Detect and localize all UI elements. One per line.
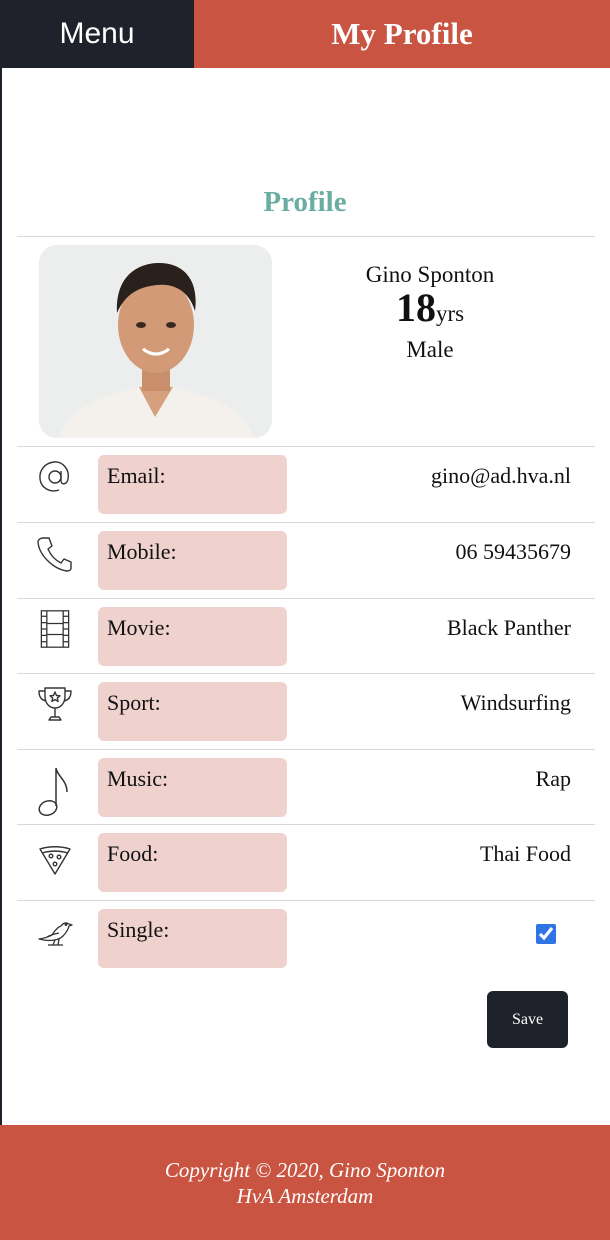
field-value[interactable]: Black Panther <box>447 615 571 641</box>
field-label: Movie: <box>98 607 287 666</box>
field-row-email: Email: gino@ad.hva.nl <box>17 447 595 523</box>
section-title: Profile <box>263 186 347 218</box>
footer-organization: HvA Amsterdam <box>236 1183 374 1208</box>
field-value[interactable]: gino@ad.hva.nl <box>431 463 571 489</box>
field-row-music: Music: Rap <box>17 750 595 826</box>
age-unit: yrs <box>435 301 465 326</box>
field-label: Email: <box>98 455 287 514</box>
field-label: Sport: <box>98 682 287 741</box>
field-label: Music: <box>98 758 287 817</box>
field-row-food: Food: Thai Food <box>17 825 595 901</box>
field-value[interactable]: Thai Food <box>480 841 571 867</box>
menu-button[interactable]: Menu <box>0 0 194 68</box>
field-row-sport: Sport: Windsurfing <box>17 674 595 750</box>
film-strip-icon <box>35 609 75 649</box>
field-row-mobile: Mobile: 06 59435679 <box>17 523 595 599</box>
trophy-icon <box>35 684 75 724</box>
field-label: Food: <box>98 833 287 892</box>
field-label: Mobile: <box>98 531 287 590</box>
footer: Copyright © 2020, Gino Sponton HvA Amste… <box>0 1125 610 1240</box>
save-button[interactable]: Save <box>487 991 568 1048</box>
profile-summary: Gino Sponton 18yrs Male <box>316 262 544 363</box>
age-value: 18 <box>395 285 436 330</box>
field-value[interactable]: 06 59435679 <box>456 539 572 565</box>
divider <box>17 236 595 237</box>
field-value[interactable]: Windsurfing <box>461 690 571 716</box>
footer-copyright: Copyright © 2020, Gino Sponton <box>164 1157 446 1182</box>
profile-gender: Male <box>406 337 454 362</box>
page-title: My Profile <box>194 0 610 68</box>
field-value[interactable]: Rap <box>536 766 571 792</box>
bird-icon <box>35 911 75 951</box>
top-bar: Menu My Profile <box>0 0 610 68</box>
pizza-slice-icon <box>35 835 75 875</box>
phone-icon <box>35 533 75 573</box>
music-note-icon <box>35 764 75 818</box>
single-checkbox[interactable] <box>536 924 556 944</box>
field-row-movie: Movie: Black Panther <box>17 599 595 675</box>
at-sign-icon <box>35 457 75 497</box>
profile-age: 18yrs <box>316 288 544 337</box>
field-label: Single: <box>98 909 287 968</box>
field-row-single: Single: <box>17 901 595 977</box>
avatar <box>39 245 272 438</box>
